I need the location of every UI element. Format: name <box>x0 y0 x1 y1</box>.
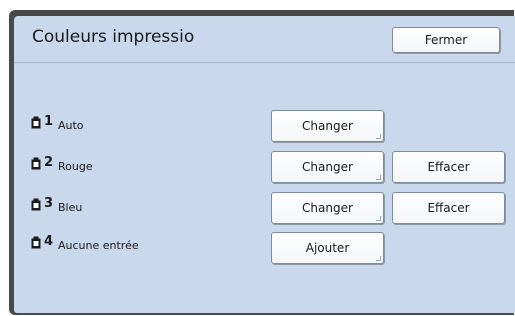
close-button[interactable]: Fermer <box>392 27 500 53</box>
panel-title: Couleurs impressio <box>32 27 195 47</box>
ink-cartridge-icon <box>31 198 41 211</box>
add-color-button[interactable]: Ajouter <box>271 232 384 264</box>
add-button-label: Ajouter <box>305 241 350 255</box>
resize-grip-icon <box>376 134 381 139</box>
clear-color-button[interactable]: Effacer <box>392 192 505 224</box>
color-row-label: Bleu <box>58 201 83 214</box>
change-color-button[interactable]: Changer <box>271 151 384 183</box>
clear-button-label: Effacer <box>427 201 470 215</box>
change-color-button[interactable]: Changer <box>271 110 384 142</box>
resize-grip-icon <box>376 175 381 180</box>
color-row-number: 4 <box>44 234 54 249</box>
color-row-label: Aucune entrée <box>58 239 139 252</box>
ink-cartridge-icon <box>31 157 41 170</box>
clear-button-label: Effacer <box>427 160 470 174</box>
close-button-label: Fermer <box>424 33 468 47</box>
change-button-label: Changer <box>302 201 353 215</box>
resize-grip-icon <box>376 256 381 261</box>
resize-grip-icon <box>376 216 381 221</box>
change-button-label: Changer <box>302 160 353 174</box>
print-colors-panel: Couleurs impressio Fermer 1 Auto Changer… <box>14 16 515 313</box>
color-row-label: Rouge <box>58 160 93 173</box>
color-row-number: 2 <box>44 155 54 170</box>
ink-cartridge-icon <box>31 236 41 249</box>
header-divider <box>14 62 515 63</box>
clear-color-button[interactable]: Effacer <box>392 151 505 183</box>
ink-cartridge-icon <box>31 116 41 129</box>
color-row-number: 1 <box>44 114 54 129</box>
change-color-button[interactable]: Changer <box>271 192 384 224</box>
color-row-number: 3 <box>44 196 54 211</box>
change-button-label: Changer <box>302 119 353 133</box>
color-row-label: Auto <box>58 119 84 132</box>
